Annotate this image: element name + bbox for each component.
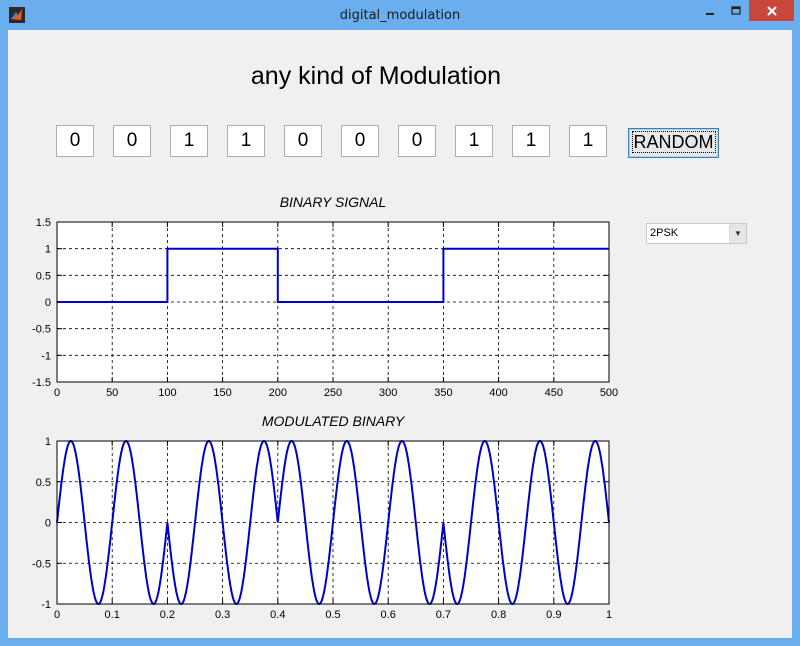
app-window: digital_modulation any kind of Modulatio… [0,0,800,646]
plot-2-ytick-label: -1 [41,599,51,611]
plot-1-xtick-label: 200 [269,387,287,399]
plot-1-ytick-label: -1 [41,350,51,362]
plot-2-xtick-label: 0.5 [325,609,340,621]
plot-1-ytick-label: 0.5 [36,270,51,282]
plot-2-xtick-label: 1 [606,609,612,621]
plot-1-ytick-label: 1 [45,244,51,256]
plot-1-xtick-label: 450 [545,387,563,399]
plot-2-ytick-label: 0 [45,518,51,530]
plot-1-ytick-label: -0.5 [32,324,51,336]
plot-1-xtick-label: 250 [324,387,342,399]
plot-1-xtick-label: 350 [434,387,452,399]
plot-1-title: BINARY SIGNAL [280,194,387,210]
plot-1-xtick-label: 500 [600,387,618,399]
plot-2-xtick-label: 0 [54,609,60,621]
plot-1-ytick-label: -1.5 [32,377,51,389]
plot-2-xtick-label: 0.1 [105,609,120,621]
plot-1-ytick-label: 0 [45,297,51,309]
figure-area: any kind of Modulation 0011000111 RANDOM… [8,30,792,638]
plot-2-title: MODULATED BINARY [262,413,406,429]
minimize-button[interactable] [696,0,723,21]
plots-canvas: 0 50 100 150 200 250 300 350 400 450 5001.510.50-0… [32,194,618,621]
plot-2-xtick-label: 0.8 [491,609,506,621]
maximize-icon [731,5,741,15]
plot-1-xtick-label: 0 [54,387,60,399]
plot-2-xtick-label: 0.3 [215,609,230,621]
plot-1-ytick-label: 1.5 [36,217,51,229]
plot-2-xtick-label: 0.9 [546,609,561,621]
close-icon [766,5,777,16]
plot-1-xtick-label: 100 [158,387,176,399]
close-button[interactable] [749,0,794,21]
plot-2-xtick-label: 0.2 [160,609,175,621]
minimize-icon [705,12,714,15]
plot-1-xtick-label: 400 [489,387,507,399]
maximize-button[interactable] [723,0,749,21]
plot-2-xtick-label: 0.4 [270,609,285,621]
plot-2-ytick-label: 0.5 [36,477,51,489]
window-title: digital_modulation [339,8,461,23]
plot-1-xtick-label: 150 [213,387,231,399]
plot-2-ytick-label: 1 [45,436,51,448]
plot-2-ytick-label: -0.5 [32,558,51,570]
plot-2-xtick-label: 0.6 [381,609,396,621]
plot-1-xtick-label: 50 [106,387,118,399]
plot-2-xtick-label: 0.7 [436,609,451,621]
title-bar: digital_modulation [0,0,800,30]
plot-1-xtick-label: 300 [379,387,397,399]
